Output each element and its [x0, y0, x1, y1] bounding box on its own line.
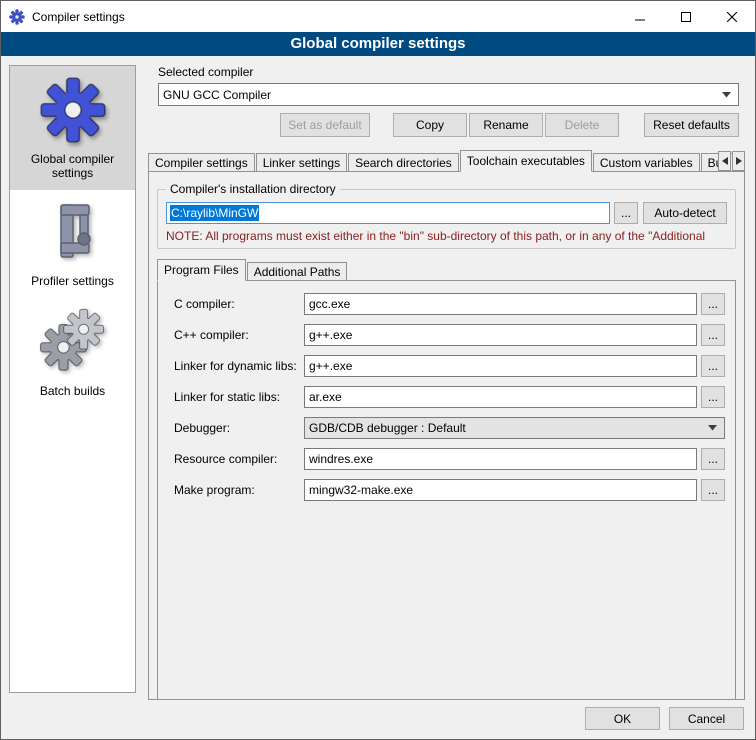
dialog-header: Global compiler settings: [1, 32, 755, 56]
maximize-button[interactable]: [663, 1, 709, 32]
tab-program-files[interactable]: Program Files: [157, 259, 246, 281]
program-files-panel: C compiler: ... C++ compiler: ... Linker…: [157, 280, 736, 700]
sidebar-item-label: Profiler settings: [31, 274, 114, 288]
arrow-right-icon: [736, 157, 742, 165]
sidebar-item-global-compiler-settings[interactable]: Global compiler settings: [10, 66, 135, 190]
installation-directory-input[interactable]: C:\raylib\MinGW: [166, 202, 610, 224]
auto-detect-button[interactable]: Auto-detect: [643, 202, 727, 224]
linker-dynamic-input[interactable]: [304, 355, 697, 377]
tab-custom-variables[interactable]: Custom variables: [593, 153, 700, 172]
c-compiler-browse-button[interactable]: ...: [701, 293, 725, 315]
debugger-select[interactable]: GDB/CDB debugger : Default: [304, 417, 725, 439]
window-title: Compiler settings: [32, 10, 125, 24]
dialog-footer: OK Cancel: [585, 707, 744, 730]
tab-scroll-left-button[interactable]: [718, 151, 731, 171]
close-button[interactable]: [709, 1, 755, 32]
clamp-icon: [43, 200, 103, 266]
rename-button[interactable]: Rename: [469, 113, 543, 137]
sidebar-item-label: Batch builds: [40, 384, 105, 398]
titlebar: Compiler settings: [1, 1, 755, 32]
cpp-compiler-input[interactable]: [304, 324, 697, 346]
installation-directory-value: C:\raylib\MinGW: [170, 205, 259, 221]
installation-directory-group: Compiler's installation directory C:\ray…: [157, 182, 736, 249]
field-row-resource-compiler: Resource compiler: ...: [174, 448, 725, 470]
field-row-linker-dynamic: Linker for dynamic libs: ...: [174, 355, 725, 377]
gears-icon: [39, 308, 107, 376]
make-program-input[interactable]: [304, 479, 697, 501]
debugger-select-value: GDB/CDB debugger : Default: [309, 421, 704, 435]
toolchain-executables-panel: Compiler's installation directory C:\ray…: [148, 171, 745, 700]
field-row-cpp-compiler: C++ compiler: ...: [174, 324, 725, 346]
program-tabstrip: Program Files Additional Paths: [157, 259, 736, 281]
field-label: Linker for dynamic libs:: [174, 359, 304, 373]
tab-scroll-right-button[interactable]: [732, 151, 745, 171]
gear-icon: [39, 76, 107, 144]
close-icon: [727, 12, 737, 22]
reset-defaults-button[interactable]: Reset defaults: [644, 113, 739, 137]
set-as-default-button[interactable]: Set as default: [280, 113, 370, 137]
installation-note: NOTE: All programs must exist either in …: [166, 229, 727, 243]
tab-compiler-settings[interactable]: Compiler settings: [148, 153, 255, 172]
resource-compiler-input[interactable]: [304, 448, 697, 470]
compiler-select-value: GNU GCC Compiler: [163, 88, 718, 102]
resource-compiler-browse-button[interactable]: ...: [701, 448, 725, 470]
compiler-tabstrip: Compiler settings Linker settings Search…: [148, 150, 745, 172]
tab-linker-settings[interactable]: Linker settings: [256, 153, 347, 172]
delete-button[interactable]: Delete: [545, 113, 619, 137]
field-label: Debugger:: [174, 421, 304, 435]
minimize-button[interactable]: [617, 1, 663, 32]
arrow-left-icon: [722, 157, 728, 165]
installation-directory-browse-button[interactable]: ...: [614, 202, 638, 224]
linker-static-input[interactable]: [304, 386, 697, 408]
maximize-icon: [681, 12, 691, 22]
field-label: Resource compiler:: [174, 452, 304, 466]
chevron-down-icon: [704, 418, 720, 438]
make-program-browse-button[interactable]: ...: [701, 479, 725, 501]
field-row-c-compiler: C compiler: ...: [174, 293, 725, 315]
sidebar-item-batch-builds[interactable]: Batch builds: [10, 298, 135, 408]
app-icon: [9, 9, 25, 25]
field-label: C compiler:: [174, 297, 304, 311]
cancel-button[interactable]: Cancel: [669, 707, 744, 730]
c-compiler-input[interactable]: [304, 293, 697, 315]
minimize-icon: [635, 12, 645, 22]
linker-static-browse-button[interactable]: ...: [701, 386, 725, 408]
chevron-down-icon: [718, 84, 734, 105]
compiler-select[interactable]: GNU GCC Compiler: [158, 83, 739, 106]
field-label: C++ compiler:: [174, 328, 304, 342]
tab-toolchain-executables[interactable]: Toolchain executables: [460, 150, 592, 172]
tab-additional-paths[interactable]: Additional Paths: [247, 262, 348, 281]
field-label: Make program:: [174, 483, 304, 497]
cpp-compiler-browse-button[interactable]: ...: [701, 324, 725, 346]
linker-dynamic-browse-button[interactable]: ...: [701, 355, 725, 377]
installation-directory-legend: Compiler's installation directory: [166, 182, 340, 196]
sidebar-item-profiler-settings[interactable]: Profiler settings: [10, 190, 135, 298]
tab-search-directories[interactable]: Search directories: [348, 153, 459, 172]
field-row-linker-static: Linker for static libs: ...: [174, 386, 725, 408]
copy-button[interactable]: Copy: [393, 113, 467, 137]
selected-compiler-label: Selected compiler: [158, 65, 747, 79]
ok-button[interactable]: OK: [585, 707, 660, 730]
sidebar-item-label: Global compiler settings: [13, 152, 132, 180]
field-row-make-program: Make program: ...: [174, 479, 725, 501]
settings-sidebar: Global compiler settings Profiler settin…: [9, 65, 136, 693]
field-label: Linker for static libs:: [174, 390, 304, 404]
field-row-debugger: Debugger: GDB/CDB debugger : Default: [174, 417, 725, 439]
